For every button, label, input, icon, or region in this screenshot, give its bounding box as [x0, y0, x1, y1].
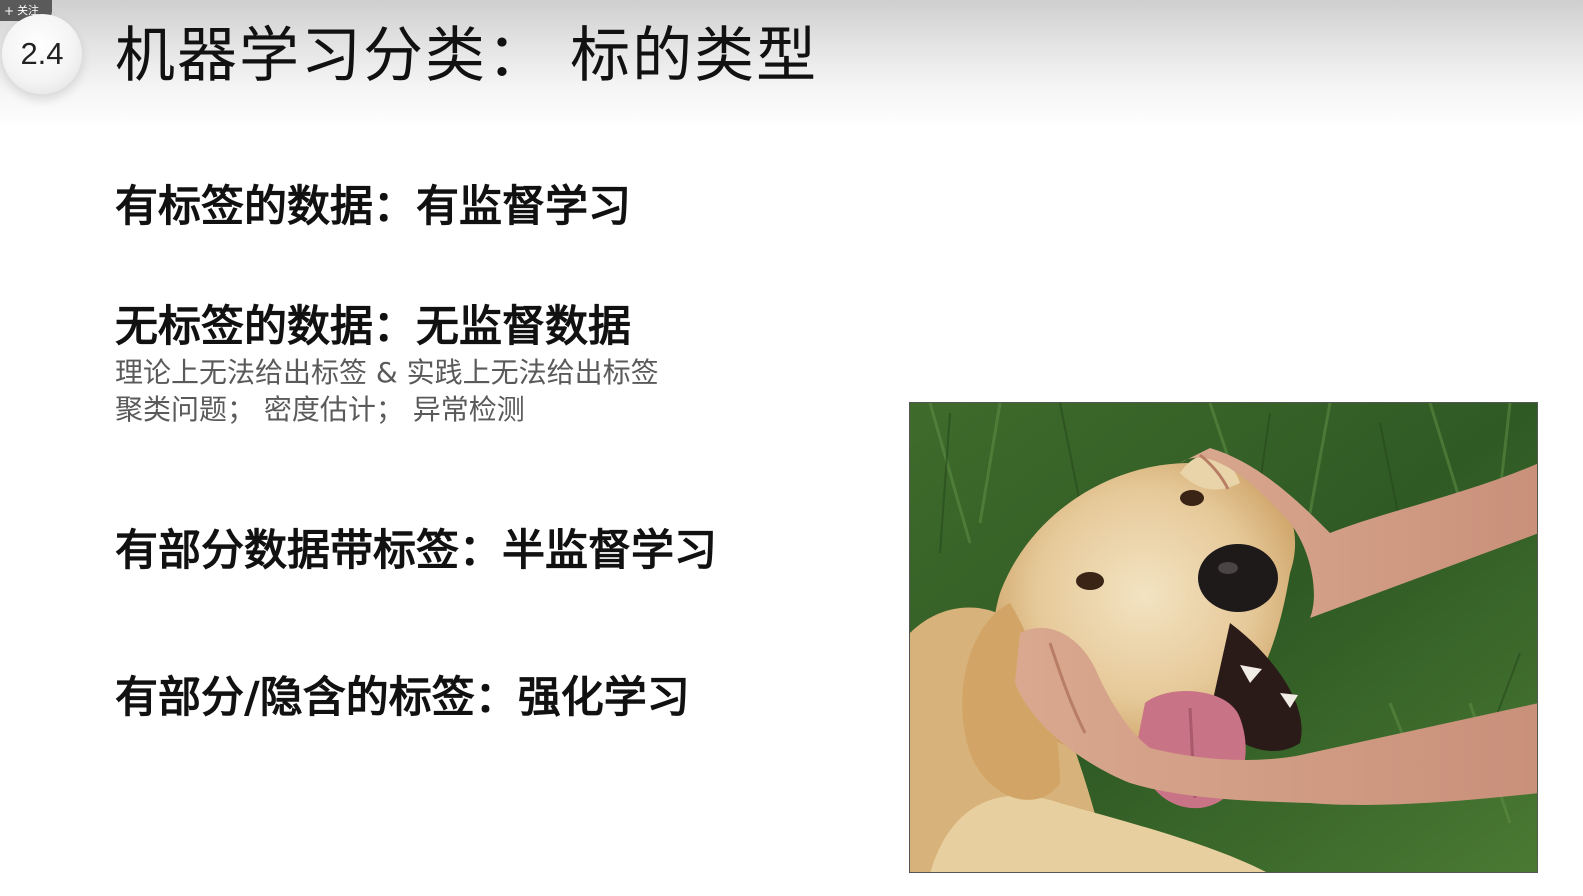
slide: + 关注 2.4 机器学习分类： 标的类型 有标签的数据：有监督学习 无标签的数… — [0, 0, 1583, 896]
slide-title: 机器学习分类： 标的类型 — [115, 21, 819, 91]
supervised-heading: 有标签的数据：有监督学习 — [115, 182, 631, 232]
semi-supervised-heading: 有部分数据带标签：半监督学习 — [115, 526, 717, 576]
unsupervised-heading: 无标签的数据：无监督数据 — [115, 302, 631, 352]
section-number: 2.4 — [20, 36, 64, 71]
reinforcement-heading: 有部分/隐含的标签：强化学习 — [115, 673, 690, 723]
dog-photo — [909, 402, 1538, 873]
plus-icon: + — [4, 3, 15, 18]
section-number-badge: 2.4 — [2, 14, 82, 94]
unsupervised-detail-1: 理论上无法给出标签 & 实践上无法给出标签 — [115, 356, 659, 389]
unsupervised-detail-2: 聚类问题； 密度估计； 异常检测 — [115, 393, 525, 426]
